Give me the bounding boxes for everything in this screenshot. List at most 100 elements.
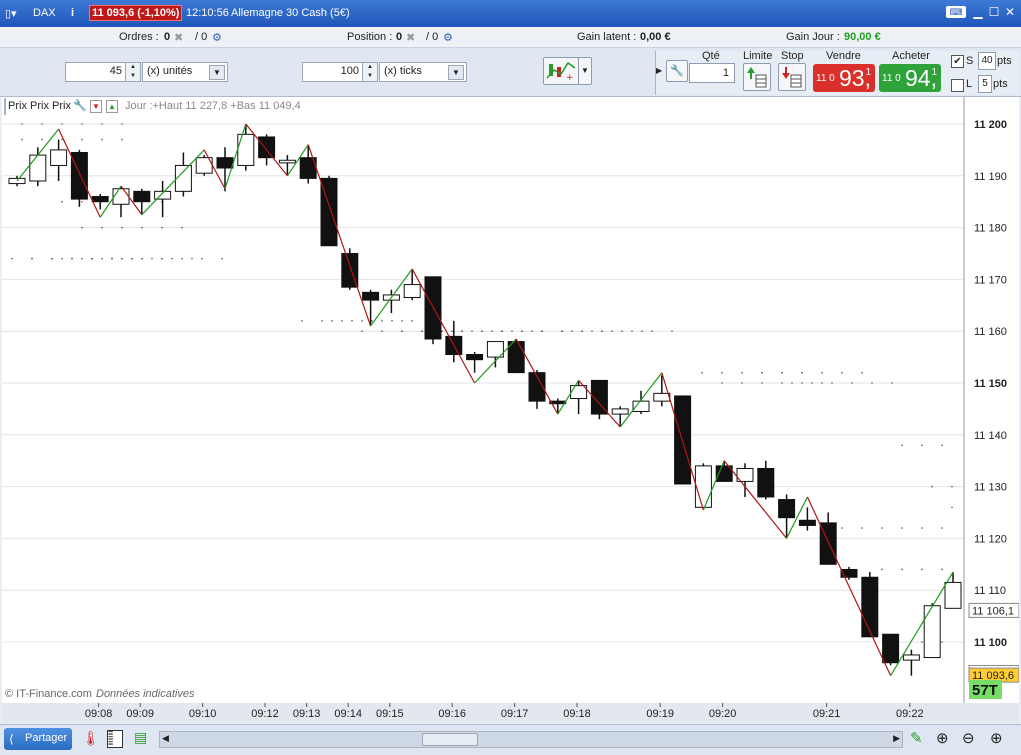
order-control-bar: 45 ▲ ▼ (x) unités ▼ 100 ▲ ▼ (x) ticks ▼ + … bbox=[0, 48, 1021, 97]
grid-dot bbox=[941, 641, 943, 643]
legend-series-name[interactable]: Prix Prix Prix bbox=[8, 100, 71, 112]
grid-dot bbox=[61, 123, 63, 125]
bottom-toolbar: ⟨ Partager 🌡 ≡ ≡ ≡ ▤ ◀ ▶ ✎ ⊕ ⊖ ⊕ bbox=[0, 724, 1021, 755]
grid-dot bbox=[41, 123, 43, 125]
legend-day-range: Jour :+Haut 11 227,8 +Bas 11 049,4 bbox=[125, 100, 301, 112]
position-label: Position : bbox=[347, 31, 393, 43]
close-position-icon[interactable]: ✖ bbox=[406, 31, 415, 44]
candle-body bbox=[50, 149, 68, 166]
minimize-icon[interactable]: ▁ bbox=[972, 6, 984, 18]
zoom-out-icon[interactable]: ⊖ bbox=[962, 729, 975, 747]
scroll-left-icon[interactable]: ◀ bbox=[162, 733, 169, 744]
x-tick-label: 09:21 bbox=[813, 708, 841, 720]
ticks-stepper-arrows-icon[interactable]: ▲ ▼ bbox=[362, 63, 377, 81]
price-label: 11 106,1 bbox=[972, 605, 1014, 617]
zoom-in-icon[interactable]: ⊕ bbox=[990, 729, 1003, 747]
grid-dot bbox=[121, 123, 123, 125]
grid-dot bbox=[921, 444, 923, 446]
chevron-down-icon[interactable]: ▼ bbox=[209, 65, 225, 80]
cancel-orders-icon[interactable]: ✖ bbox=[174, 31, 183, 44]
stop-loss-checkbox[interactable]: ✔ bbox=[951, 55, 964, 68]
grid-dot bbox=[11, 257, 13, 260]
stop-loss-input[interactable]: 40 bbox=[978, 52, 996, 70]
position-settings-icon[interactable]: ⚙ bbox=[443, 31, 453, 44]
chart-edit-icon[interactable]: ✎ bbox=[910, 729, 923, 747]
chart-type-dropdown-icon[interactable]: ▼ bbox=[578, 57, 592, 85]
scroll-right-icon[interactable]: ▶ bbox=[893, 733, 900, 744]
grid-dot bbox=[921, 527, 923, 529]
take-profit-input[interactable]: 5 bbox=[978, 75, 992, 93]
share-button[interactable]: ⟨ Partager bbox=[4, 728, 72, 750]
chevron-down-icon[interactable]: ▼ bbox=[448, 65, 464, 80]
arrow-up-icon[interactable]: ▲ bbox=[106, 100, 118, 113]
ticks-select[interactable]: (x) ticks ▼ bbox=[379, 62, 467, 82]
stop-label: Stop bbox=[781, 50, 804, 62]
grid-dot bbox=[901, 527, 903, 529]
grid-dot bbox=[781, 371, 783, 374]
grid-dot bbox=[91, 257, 93, 260]
grid-dot bbox=[791, 382, 793, 384]
sell-button[interactable]: 11 0 93, 1 bbox=[813, 64, 875, 92]
y-tick-label: 11 200 bbox=[974, 119, 1007, 131]
grid-dot bbox=[381, 320, 383, 322]
svg-text:+: + bbox=[566, 73, 574, 83]
candle-body bbox=[258, 136, 276, 159]
zoom-fit-icon[interactable]: ⊕ bbox=[936, 729, 949, 747]
buy-button[interactable]: 11 0 94, 1 bbox=[879, 64, 941, 92]
grid-dot bbox=[121, 226, 123, 229]
panel-collapse-icon[interactable]: ▶ bbox=[656, 66, 662, 75]
thermometer-icon[interactable]: 🌡 bbox=[82, 730, 100, 747]
stop-order-button[interactable] bbox=[778, 63, 806, 91]
gain-jour-value: 90,00 € bbox=[844, 31, 881, 43]
orders-settings-icon[interactable]: ⚙ bbox=[212, 31, 222, 44]
x-tick-label: 09:08 bbox=[85, 708, 113, 720]
grid-dot bbox=[941, 527, 943, 529]
horizontal-scrollbar[interactable]: ◀ ▶ bbox=[159, 731, 903, 748]
grid-dot bbox=[721, 382, 723, 384]
limit-order-button[interactable] bbox=[743, 63, 771, 91]
stop-loss-label: S bbox=[966, 55, 974, 67]
x-tick-label: 09:22 bbox=[896, 708, 924, 720]
clock-time: 12:10:56 bbox=[186, 7, 229, 19]
indicators-icon[interactable]: ▤ bbox=[134, 729, 147, 746]
grid-dot bbox=[671, 330, 673, 332]
info-icon[interactable]: i bbox=[71, 7, 74, 19]
document-list-icon[interactable]: ≡ ≡ ≡ bbox=[107, 729, 123, 748]
y-tick-label: 11 110 bbox=[974, 585, 1006, 597]
take-profit-checkbox[interactable] bbox=[951, 79, 964, 92]
qty-input[interactable]: 1 bbox=[689, 63, 735, 83]
maximize-icon[interactable]: ☐ bbox=[988, 6, 1000, 18]
units-select-value: (x) unités bbox=[147, 65, 193, 77]
units-select[interactable]: (x) unités ▼ bbox=[142, 62, 228, 82]
close-icon[interactable]: ✕ bbox=[1004, 6, 1016, 18]
price-chart[interactable]: 11 200 11 190 11 180 11 170 11 160 11 150 11 1… bbox=[2, 97, 1019, 723]
candle-body bbox=[694, 465, 712, 508]
grid-dot bbox=[371, 320, 373, 322]
grid-dot bbox=[781, 382, 783, 384]
grid-dot bbox=[221, 257, 223, 260]
grid-dot bbox=[581, 330, 583, 332]
share-label: Partager bbox=[25, 732, 68, 744]
wrench-icon[interactable]: 🔧 bbox=[73, 99, 87, 112]
units-stepper[interactable]: 45 ▲ ▼ bbox=[65, 62, 141, 82]
position-value: 0 bbox=[396, 31, 403, 43]
keyboard-icon[interactable]: ⌨ bbox=[946, 6, 966, 18]
wrench-icon[interactable]: 🔧 bbox=[666, 60, 688, 82]
arrow-down-icon[interactable]: ▼ bbox=[90, 100, 102, 113]
chart-type-button[interactable]: + bbox=[543, 57, 579, 85]
chart-canvas[interactable]: 11 200 11 190 11 180 11 170 11 160 11 150 11 1… bbox=[2, 97, 1019, 723]
limit-label: Limite bbox=[743, 50, 773, 62]
grid-dot bbox=[121, 257, 123, 260]
grid-dot bbox=[361, 320, 363, 322]
ticks-stepper[interactable]: 100 ▲ ▼ bbox=[302, 62, 378, 82]
grid-dot bbox=[891, 382, 893, 384]
candle-body bbox=[70, 151, 88, 200]
scrollbar-thumb[interactable] bbox=[422, 733, 478, 746]
app-icon[interactable]: ▯▾ bbox=[5, 7, 17, 20]
grid-dot bbox=[931, 485, 933, 488]
grid-dot bbox=[531, 330, 533, 332]
grid-dot bbox=[641, 330, 643, 332]
stop-loss-unit: pts bbox=[997, 55, 1012, 67]
candle-body bbox=[757, 467, 775, 498]
units-stepper-arrows-icon[interactable]: ▲ ▼ bbox=[125, 63, 140, 81]
